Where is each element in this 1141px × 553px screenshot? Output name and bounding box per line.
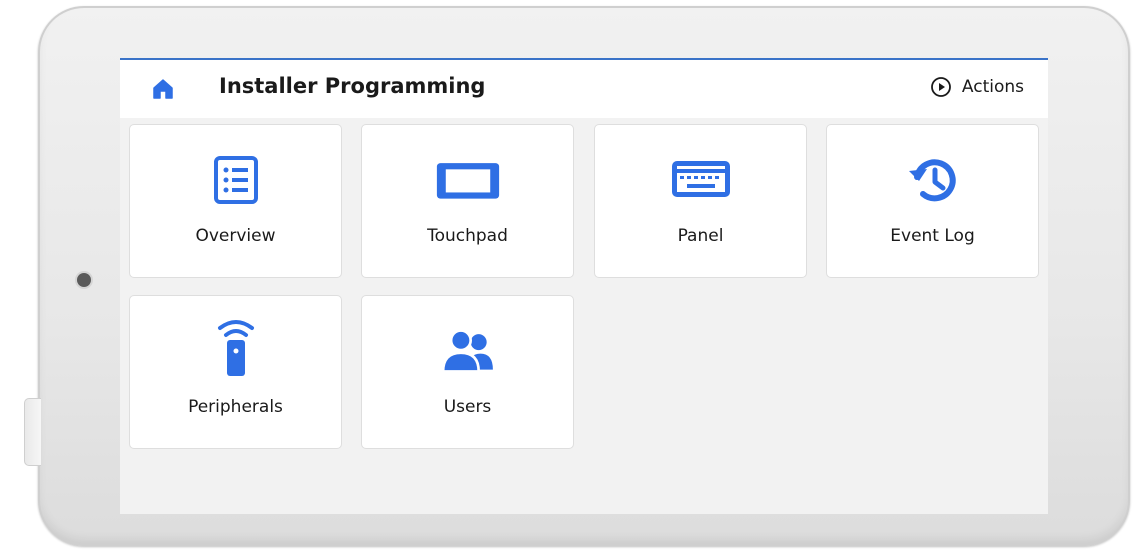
- home-button[interactable]: [151, 77, 175, 101]
- play-circle-icon: [930, 77, 951, 97]
- history-icon: [901, 155, 965, 205]
- tile-label: Users: [443, 397, 492, 417]
- tile-overview[interactable]: Overview: [129, 124, 342, 278]
- device-side-button[interactable]: [24, 398, 41, 466]
- tile-panel[interactable]: Panel: [594, 124, 807, 278]
- tablet-icon: [436, 155, 500, 205]
- tile-users[interactable]: Users: [361, 295, 574, 449]
- actions-label: Actions: [961, 77, 1024, 97]
- tile-label: Event Log: [890, 226, 975, 246]
- tile-touchpad[interactable]: Touchpad: [361, 124, 574, 278]
- actions-button[interactable]: Actions: [930, 76, 1024, 98]
- tile-label: Panel: [677, 226, 724, 246]
- screen: Installer Programming Actions Overview T…: [120, 58, 1048, 514]
- camera-icon: [77, 273, 91, 287]
- list-icon: [204, 155, 268, 205]
- tile-label: Peripherals: [188, 397, 283, 417]
- tile-event-log[interactable]: Event Log: [826, 124, 1039, 278]
- tile-peripherals[interactable]: Peripherals: [129, 295, 342, 449]
- tile-label: Overview: [195, 226, 276, 246]
- tile-label: Touchpad: [427, 226, 508, 246]
- home-icon: [153, 79, 173, 99]
- keypad-icon: [669, 155, 733, 205]
- app-bar: Installer Programming Actions: [120, 60, 1048, 118]
- users-icon: [436, 326, 500, 376]
- wireless-device-icon: [204, 320, 268, 376]
- page-title: Installer Programming: [219, 74, 486, 98]
